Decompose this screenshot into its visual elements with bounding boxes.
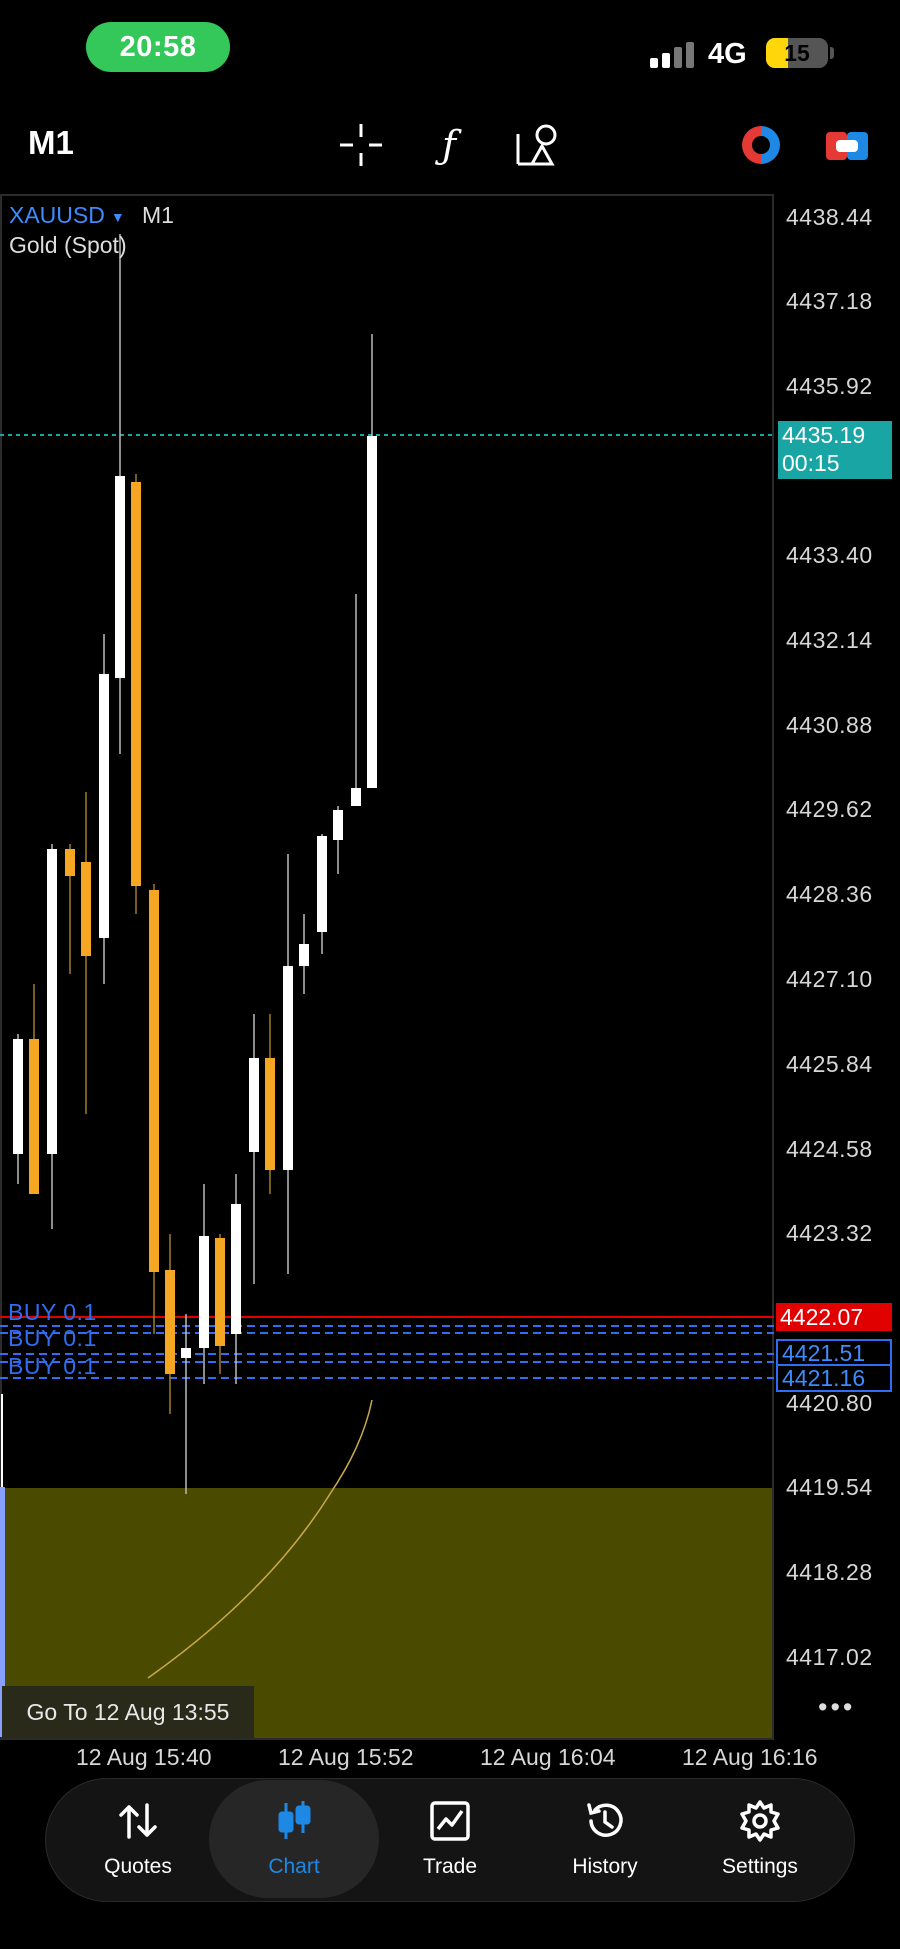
svg-text:ƒ: ƒ (435, 123, 462, 167)
bullish-candle (13, 1039, 23, 1154)
time-tick: 12 Aug 16:16 (682, 1744, 818, 1770)
price-tick: 4437.18 (786, 288, 873, 314)
nav-chart[interactable]: Chart (209, 1780, 379, 1898)
symbol-selector[interactable]: XAUUSD ▼ (9, 202, 131, 229)
bearish-candle (29, 1039, 39, 1194)
bullish-candle (115, 476, 125, 678)
bullish-candle (351, 788, 361, 806)
symbol-description: Gold (Spot) (9, 232, 127, 258)
nav-label: Chart (268, 1855, 320, 1878)
network-type: 4G (708, 38, 747, 70)
bullish-candle (199, 1236, 209, 1348)
bullish-candle (317, 836, 327, 932)
more-options-icon[interactable]: ••• (818, 1692, 855, 1723)
battery-tip (830, 47, 834, 59)
bearish-candle (149, 890, 159, 1272)
chart-canvas (0, 234, 774, 1737)
price-tick: 4425.84 (786, 1051, 873, 1077)
price-tick: 4432.14 (786, 627, 873, 653)
battery-level: 15 (784, 40, 810, 66)
buy-order-label[interactable]: BUY 0.1 (8, 1354, 97, 1378)
bearish-candle (81, 862, 91, 956)
history-icon (587, 1803, 623, 1837)
status-time: 20:58 (86, 22, 230, 72)
bearish-candle (131, 482, 141, 886)
bid-price-label: 4435.19 00:15 (778, 421, 892, 479)
quotes-icon (119, 1803, 157, 1839)
bullish-candle (249, 1058, 259, 1152)
indicators-icon[interactable]: ƒ (424, 120, 474, 170)
bullish-candle (333, 810, 343, 840)
signal-icon (650, 42, 694, 68)
bullish-candle (299, 944, 309, 966)
nav-quotes[interactable]: Quotes (53, 1780, 223, 1898)
nav-settings[interactable]: Settings (675, 1780, 845, 1898)
price-tick: 4420.80 (786, 1390, 873, 1416)
time-tick: 12 Aug 16:04 (480, 1744, 616, 1770)
settings-icon (740, 1800, 780, 1842)
trade-chart-icon (430, 1801, 470, 1841)
price-tick: 4419.54 (786, 1474, 873, 1500)
crosshair-icon[interactable] (336, 120, 386, 170)
bearish-candle (165, 1270, 175, 1374)
time-tick: 12 Aug 15:40 (76, 1744, 212, 1770)
price-tick: 4424.58 (786, 1136, 873, 1162)
order-price-red: 4422.07 (776, 1303, 892, 1331)
bullish-candle (47, 849, 57, 1154)
moving-average-line (147, 1399, 373, 1679)
objects-icon[interactable] (512, 120, 562, 170)
bullish-candle (99, 674, 109, 938)
price-tick: 4417.02 (786, 1644, 873, 1670)
buy-order-label[interactable]: BUY 0.1 (8, 1326, 97, 1350)
price-tick: 4433.40 (786, 542, 873, 568)
symbol-name: XAUUSD (9, 202, 105, 228)
nav-label: Trade (422, 1855, 478, 1878)
price-tick: 4430.88 (786, 712, 873, 738)
bearish-candle (65, 849, 75, 876)
nav-label: Settings (722, 1855, 798, 1878)
order-price-blue: 4421.16 (776, 1364, 892, 1392)
chart-icon (278, 1801, 311, 1839)
buy-order-label[interactable]: BUY 0.1 (8, 1300, 97, 1324)
price-tick: 4428.36 (786, 881, 873, 907)
price-tick: 4429.62 (786, 796, 873, 822)
battery-icon: 15 (766, 38, 828, 68)
price-tick: 4438.44 (786, 204, 873, 230)
nav-trade[interactable]: Trade (365, 1780, 535, 1898)
bid-price: 4435.19 (782, 422, 866, 448)
bearish-candle (265, 1058, 275, 1170)
price-tick: 4423.32 (786, 1220, 873, 1246)
price-tick: 4418.28 (786, 1559, 873, 1585)
symbol-timeframe: M1 (142, 202, 174, 228)
dropdown-icon: ▼ (110, 208, 125, 225)
nav-history[interactable]: History (520, 1780, 690, 1898)
time-tick: 12 Aug 15:52 (278, 1744, 414, 1770)
price-tick: 4435.92 (786, 373, 873, 399)
goto-date-button[interactable]: Go To 12 Aug 13:55 (2, 1686, 254, 1738)
timeframe-button[interactable]: M1 (28, 124, 74, 162)
nav-label: Quotes (104, 1855, 172, 1878)
bullish-candle (283, 966, 293, 1170)
chart-type-icon[interactable] (736, 120, 786, 170)
trade-icon[interactable] (822, 120, 872, 170)
bullish-candle (367, 436, 377, 788)
bar-countdown: 00:15 (782, 450, 840, 476)
bullish-candle (181, 1348, 191, 1358)
price-tick: 4427.10 (786, 966, 873, 992)
nav-label: History (572, 1855, 638, 1878)
bearish-candle (215, 1238, 225, 1346)
order-price-blue: 4421.51 (776, 1339, 892, 1367)
bullish-candle (231, 1204, 241, 1334)
